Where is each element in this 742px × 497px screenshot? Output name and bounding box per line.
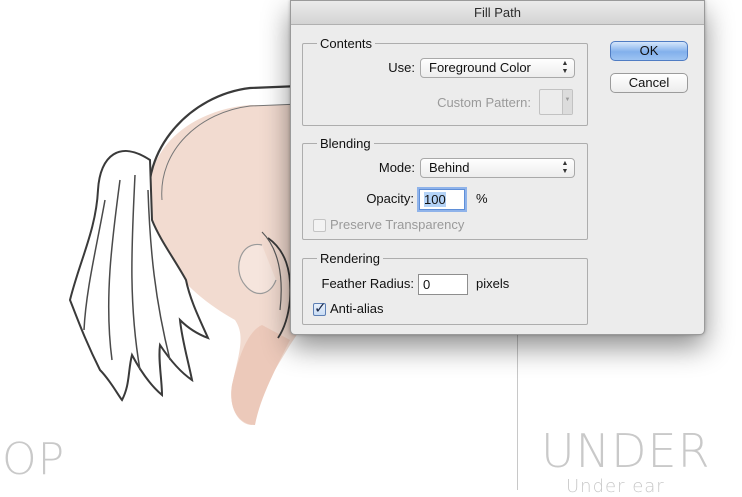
feather-radius-input[interactable]: 0	[418, 274, 468, 295]
custom-pattern-label: Custom Pattern:	[437, 95, 531, 110]
use-select-value: Foreground Color	[429, 60, 531, 75]
fill-path-dialog: Fill Path Contents Use: Foreground Color…	[290, 0, 705, 335]
mode-select[interactable]: Behind ▲ ▼	[420, 158, 575, 178]
preserve-transparency-label: Preserve Transparency	[330, 217, 465, 232]
updown-arrows-icon: ▲ ▼	[561, 160, 569, 175]
neck-shade	[231, 325, 290, 425]
dialog-title[interactable]: Fill Path	[291, 1, 704, 25]
canvas-sublabel: Under ear	[566, 476, 665, 497]
anti-alias-label: Anti-alias	[330, 301, 384, 316]
cancel-button[interactable]: Cancel	[610, 73, 688, 93]
use-select[interactable]: Foreground Color ▲ ▼	[420, 58, 575, 78]
swatch-dropdown-icon: ▼	[562, 90, 572, 114]
mode-select-value: Behind	[429, 160, 470, 175]
canvas-divider	[517, 330, 518, 490]
opacity-input[interactable]: 100	[419, 189, 465, 210]
custom-pattern-swatch[interactable]: ▼	[539, 89, 573, 115]
canvas-label-left: OP	[2, 434, 66, 485]
rendering-legend: Rendering	[320, 251, 380, 266]
opacity-value: 100	[424, 192, 446, 207]
feather-radius-value: 0	[423, 277, 431, 292]
opacity-label: Opacity:	[366, 191, 414, 206]
anti-alias-checkbox[interactable]: ✓	[313, 300, 327, 317]
feather-radius-label: Feather Radius:	[321, 276, 415, 291]
preserve-transparency-checkbox[interactable]	[313, 219, 326, 232]
updown-arrows-icon: ▲ ▼	[561, 60, 569, 75]
checkmark-icon: ✓	[314, 300, 327, 317]
ok-button[interactable]: OK	[610, 41, 688, 61]
canvas-label-under: UNDER	[541, 424, 711, 478]
use-label: Use:	[388, 60, 415, 75]
contents-legend: Contents	[320, 36, 373, 51]
feather-radius-unit: pixels	[476, 276, 510, 291]
blending-legend: Blending	[320, 136, 371, 151]
mode-label: Mode:	[378, 160, 415, 175]
opacity-unit: %	[476, 191, 488, 206]
